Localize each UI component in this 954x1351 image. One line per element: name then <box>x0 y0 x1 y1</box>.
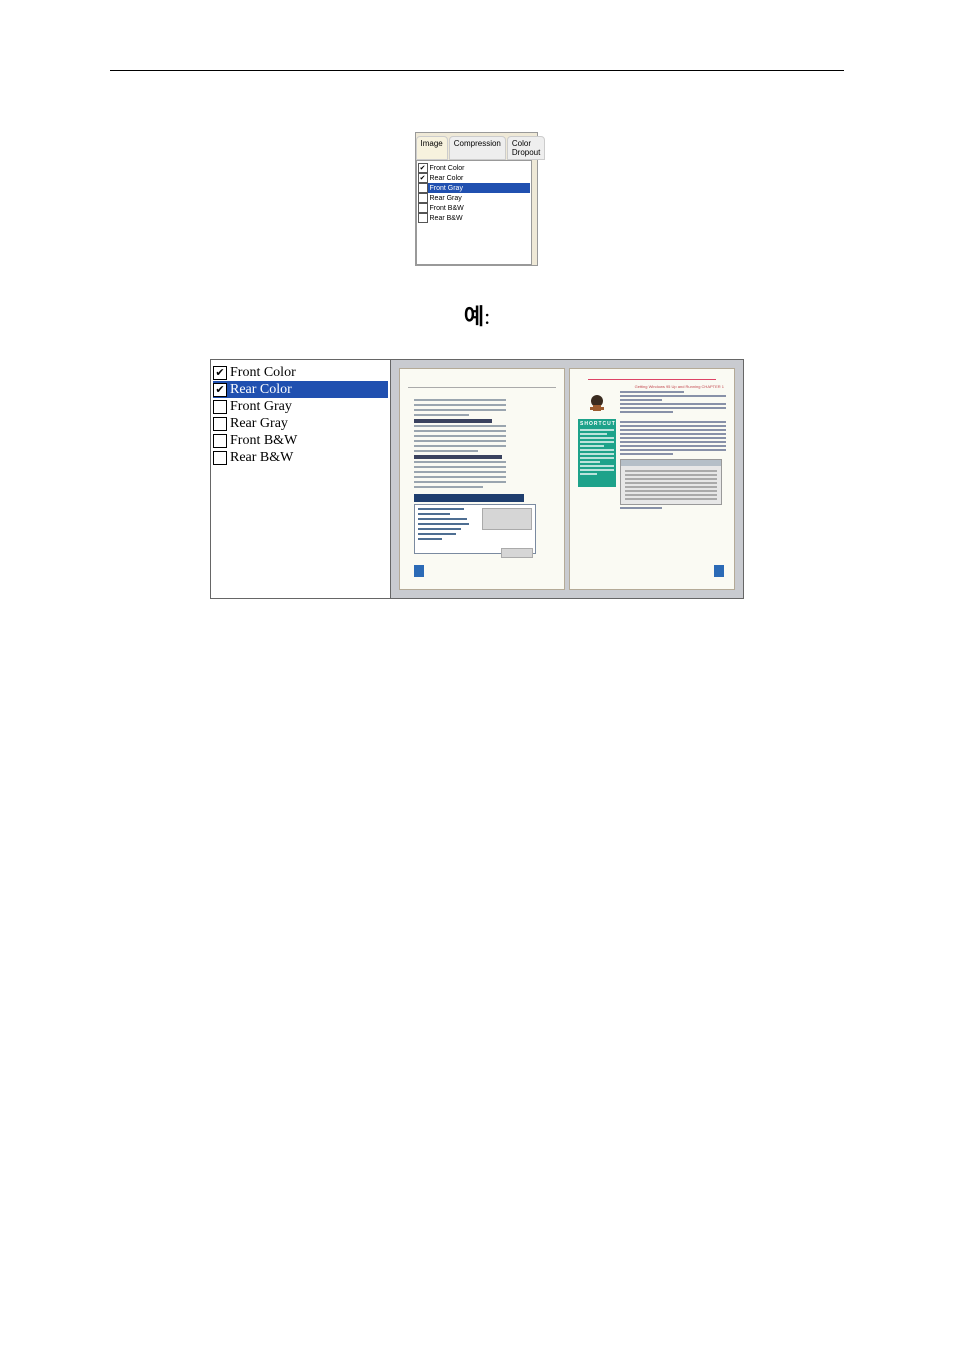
preview1-banner <box>414 494 524 502</box>
shortcut-sidebar: SHORTCUT <box>578 419 616 487</box>
opt-rear-gray[interactable]: Rear Gray <box>213 415 388 432</box>
opt-front-gray[interactable]: Front Gray <box>213 398 388 415</box>
preview1-heading2 <box>414 455 502 459</box>
image-tab[interactable]: Image <box>416 136 448 160</box>
color-dropout-tab[interactable]: Color Dropout <box>507 136 545 160</box>
list-front-color: Front Color <box>430 165 465 172</box>
rear-color-preview: Getting Windows 95 Up and Running CHAPTE… <box>569 368 735 590</box>
example-caption: 예: <box>0 299 954 331</box>
page-rule <box>110 70 844 71</box>
image-selection-enlarged-list: ✔Front Color ✔Rear Color Front Gray Rear… <box>211 360 391 598</box>
list-rear-bw: Rear B&W <box>430 215 463 222</box>
opt-front-color[interactable]: ✔Front Color <box>213 364 388 381</box>
example-result-figure: ✔Front Color ✔Rear Color Front Gray Rear… <box>210 359 744 599</box>
opt-front-bw[interactable]: Front B&W <box>213 432 388 449</box>
page-chip-left-icon <box>414 565 424 577</box>
list-rear-color: Rear Color <box>430 175 464 182</box>
list-rear-gray: Rear Gray <box>430 195 462 202</box>
opt-rear-bw[interactable]: Rear B&W <box>213 449 388 466</box>
compression-tab[interactable]: Compression <box>449 136 506 160</box>
list-front-gray: Front Gray <box>430 185 463 192</box>
front-color-preview <box>399 368 565 590</box>
preview2-dialog-screenshot <box>620 459 722 505</box>
opt-rear-color[interactable]: ✔Rear Color <box>213 381 388 398</box>
preview1-heading1 <box>414 419 492 423</box>
image-tab-small-screenshot: Image Compression Color Dropout ✔Front C… <box>414 131 541 267</box>
image-type-list[interactable]: ✔Front Color ✔Rear Color Front Gray Rear… <box>416 160 532 265</box>
page-chip-right-icon <box>714 565 724 577</box>
mascot-icon <box>584 393 610 415</box>
list-front-bw: Front B&W <box>430 205 464 212</box>
